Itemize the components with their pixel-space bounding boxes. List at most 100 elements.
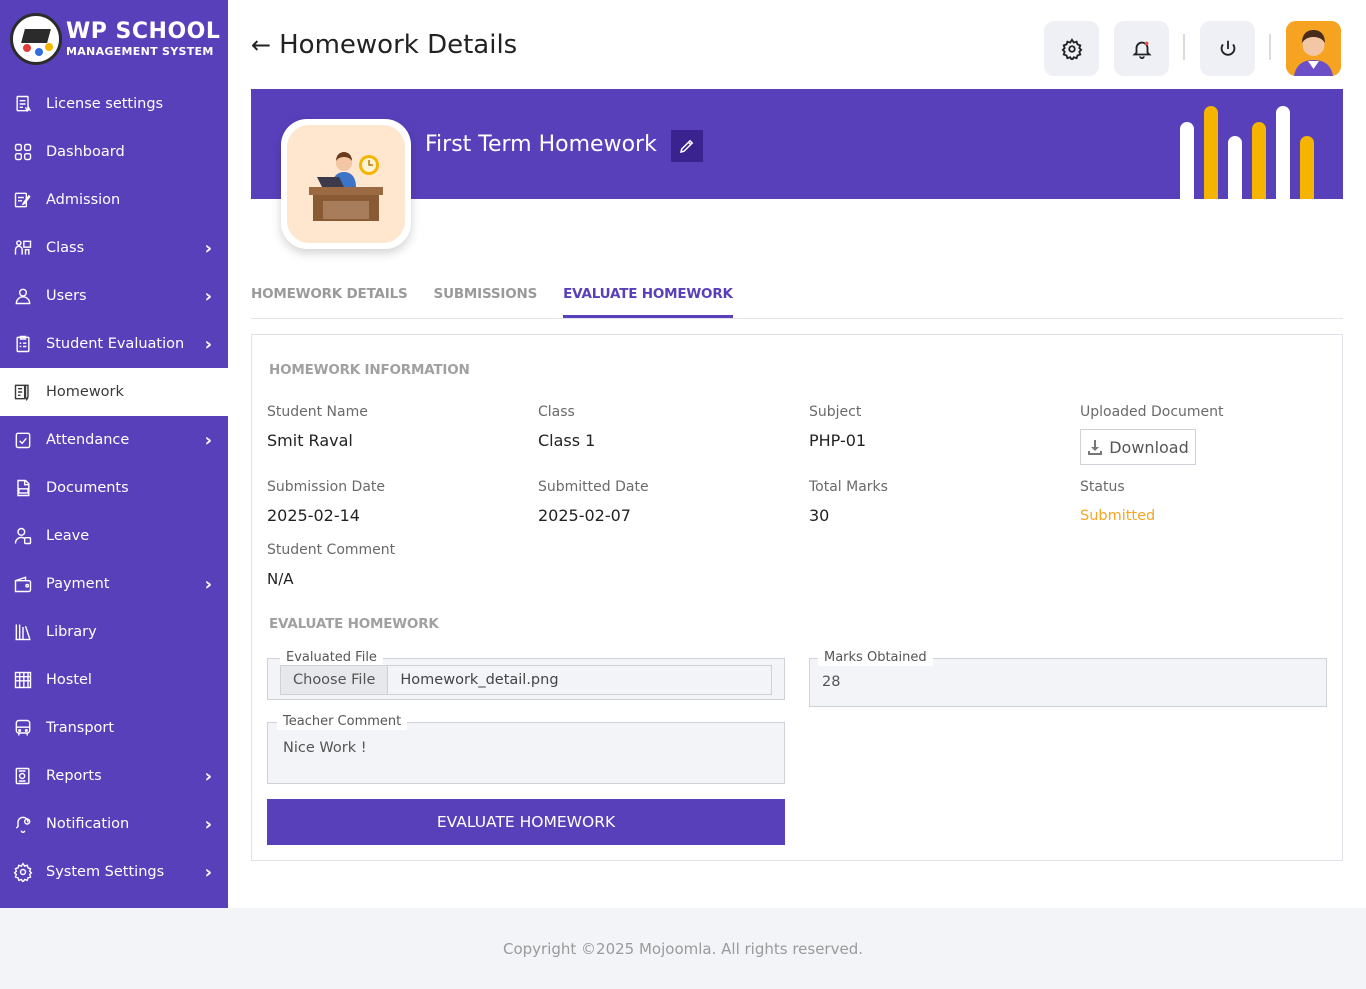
- download-icon: [1088, 440, 1103, 455]
- page-title-text: Homework Details: [279, 30, 518, 60]
- homework-image: [281, 119, 411, 249]
- decorative-bars: [1180, 100, 1320, 199]
- selected-file-name: Homework_detail.png: [400, 672, 559, 688]
- sidebar-item-leave[interactable]: Leave: [0, 512, 228, 560]
- teacher-comment-input[interactable]: Nice Work !: [283, 740, 367, 756]
- sidebar-item-system-settings[interactable]: System Settings ›: [0, 848, 228, 896]
- back-arrow-icon[interactable]: ←: [251, 31, 271, 59]
- chevron-right-icon: ›: [204, 333, 212, 355]
- submission-date-value: 2025-02-14: [267, 506, 360, 525]
- sidebar-item-transport[interactable]: Transport: [0, 704, 228, 752]
- sidebar-nav: License settings Dashboard Admission Class ›…: [0, 80, 228, 896]
- sidebar-item-label: Notification: [46, 816, 130, 832]
- class-value: Class 1: [538, 431, 596, 450]
- total-marks-label: Total Marks: [809, 479, 888, 495]
- status-badge: Submitted: [1080, 508, 1156, 524]
- student-comment-label: Student Comment: [267, 542, 396, 558]
- leave-icon: [12, 525, 34, 547]
- download-label: Download: [1109, 437, 1189, 457]
- settings-button[interactable]: [1044, 21, 1099, 76]
- sidebar-item-notification[interactable]: Notification ›: [0, 800, 228, 848]
- sidebar-item-student-evaluation[interactable]: Student Evaluation ›: [0, 320, 228, 368]
- sidebar-item-label: Homework: [46, 384, 124, 400]
- sidebar-item-class[interactable]: Class ›: [0, 224, 228, 272]
- admission-icon: [12, 189, 34, 211]
- sidebar-item-attendance[interactable]: Attendance ›: [0, 416, 228, 464]
- document-icon: [12, 477, 34, 499]
- sidebar-item-label: Users: [46, 288, 87, 304]
- sidebar-item-dashboard[interactable]: Dashboard: [0, 128, 228, 176]
- app-logo[interactable]: WP SCHOOL MANAGEMENT SYSTEM: [0, 0, 228, 78]
- teacher-comment-field[interactable]: Teacher Comment Nice Work !: [267, 714, 785, 784]
- edit-homework-button[interactable]: [671, 130, 703, 162]
- sidebar-item-license-settings[interactable]: License settings: [0, 80, 228, 128]
- evaluate-homework-button[interactable]: EVALUATE HOMEWORK: [267, 799, 785, 845]
- gear-icon: [12, 861, 34, 883]
- tab-homework-details[interactable]: HOMEWORK DETAILS: [251, 280, 408, 318]
- sidebar-item-label: Student Evaluation: [46, 336, 185, 352]
- evaluated-file-field: Evaluated File Choose File Homework_deta…: [267, 650, 785, 700]
- grid-icon: [12, 141, 34, 163]
- sidebar-item-label: Attendance: [46, 432, 130, 448]
- evaluated-file-label: Evaluated File: [280, 650, 383, 666]
- chevron-right-icon: ›: [204, 285, 212, 307]
- sidebar-item-payment[interactable]: Payment ›: [0, 560, 228, 608]
- marks-obtained-field[interactable]: Marks Obtained 28: [809, 650, 1327, 707]
- sidebar-item-documents[interactable]: Documents: [0, 464, 228, 512]
- clipboard-icon: [12, 333, 34, 355]
- sidebar-item-library[interactable]: Library: [0, 608, 228, 656]
- homework-info-title: HOMEWORK INFORMATION: [269, 362, 470, 378]
- bell-icon: [1131, 41, 1152, 59]
- power-icon: [1220, 40, 1235, 56]
- notifications-button[interactable]: [1114, 21, 1169, 76]
- pencil-icon: [679, 139, 694, 154]
- file-input[interactable]: Choose File Homework_detail.png: [280, 665, 772, 695]
- logo-title: WP SCHOOL: [66, 19, 221, 44]
- student-name-value: Smit Raval: [267, 431, 353, 450]
- report-icon: [12, 765, 34, 787]
- sidebar-item-label: Transport: [46, 720, 115, 736]
- status-label: Status: [1080, 479, 1125, 495]
- download-button[interactable]: Download: [1080, 429, 1196, 465]
- total-marks-value: 30: [809, 506, 830, 525]
- sidebar-item-homework[interactable]: Homework: [0, 368, 228, 416]
- uploaded-document-label: Uploaded Document: [1080, 404, 1224, 420]
- header-divider: [1269, 34, 1271, 60]
- license-icon: [12, 93, 34, 115]
- sidebar-item-label: System Settings: [46, 864, 165, 880]
- class-label: Class: [538, 404, 575, 420]
- student-comment-value: N/A: [267, 570, 294, 588]
- sidebar-item-label: Library: [46, 624, 97, 640]
- teacher-comment-label: Teacher Comment: [277, 714, 408, 730]
- sidebar: WP SCHOOL MANAGEMENT SYSTEM License sett…: [0, 0, 228, 908]
- marks-obtained-input[interactable]: 28: [822, 674, 840, 690]
- homework-icon: [12, 381, 34, 403]
- sidebar-item-hostel[interactable]: Hostel: [0, 656, 228, 704]
- sidebar-item-label: Dashboard: [46, 144, 125, 160]
- sidebar-item-label: Admission: [46, 192, 121, 208]
- chevron-right-icon: ›: [204, 861, 212, 883]
- chevron-right-icon: ›: [204, 237, 212, 259]
- student-name-label: Student Name: [267, 404, 368, 420]
- avatar-illustration: [1286, 21, 1341, 76]
- sidebar-item-label: Leave: [46, 528, 90, 544]
- footer: Copyright ©2025 Mojoomla. All rights res…: [0, 908, 1366, 989]
- sidebar-item-label: Class: [46, 240, 85, 256]
- tab-submissions[interactable]: SUBMISSIONS: [434, 280, 538, 318]
- desk-illustration: [309, 152, 383, 221]
- hostel-icon: [12, 669, 34, 691]
- user-avatar[interactable]: [1286, 21, 1341, 76]
- user-icon: [12, 285, 34, 307]
- tab-evaluate-homework[interactable]: EVALUATE HOMEWORK: [563, 280, 733, 318]
- sidebar-item-label: Documents: [46, 480, 129, 496]
- header-divider: [1183, 34, 1185, 60]
- copyright-text: Copyright ©2025 Mojoomla. All rights res…: [502, 939, 863, 958]
- logout-button[interactable]: [1200, 21, 1255, 76]
- choose-file-button[interactable]: Choose File: [281, 666, 389, 694]
- sidebar-item-admission[interactable]: Admission: [0, 176, 228, 224]
- sidebar-item-label: Hostel: [46, 672, 92, 688]
- subject-value: PHP-01: [809, 431, 867, 450]
- notification-icon: [12, 813, 34, 835]
- sidebar-item-users[interactable]: Users ›: [0, 272, 228, 320]
- sidebar-item-reports[interactable]: Reports ›: [0, 752, 228, 800]
